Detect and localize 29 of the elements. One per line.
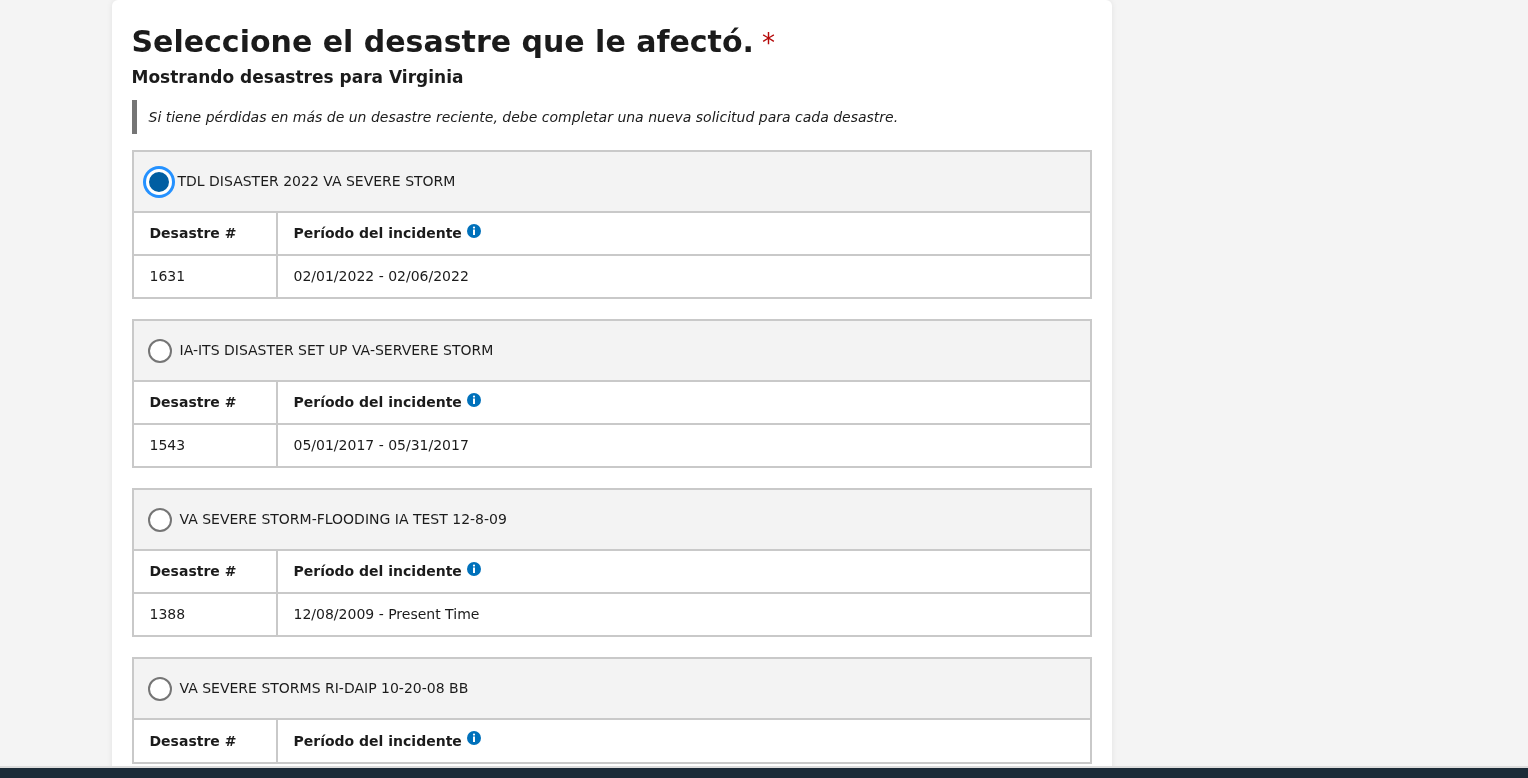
info-icon[interactable] [466, 392, 481, 407]
info-icon[interactable] [466, 223, 481, 238]
disaster-name: VA SEVERE STORMS RI-DAIP 10-20-08 BB [179, 679, 469, 698]
column-header: Desastre # [149, 731, 237, 751]
subtitle: Mostrando desastres para Virginia [131, 66, 465, 89]
column-header: Desastre # [149, 393, 237, 412]
table-cell: 1543 [149, 437, 186, 453]
column-header: Período del incidente [293, 393, 462, 412]
table-cell: 1388 [149, 606, 186, 622]
note-text: Si tiene pérdidas en más de un desastre reciente, debe completar una nueva solicitud para cada desastre. [148, 107, 899, 127]
column-header: Desastre # [149, 224, 237, 243]
column-header: Desastre # [149, 562, 237, 581]
required-mark: * [761, 27, 775, 60]
page-title: Seleccione el desastre que le afectó. [131, 23, 754, 61]
table-cell: 1631 [149, 268, 186, 284]
table-cell: 05/01/2017 - 05/31/2017 [293, 437, 469, 453]
column-header: Período del incidente [293, 731, 462, 751]
radio-button[interactable] [147, 676, 172, 701]
info-icon[interactable] [466, 731, 481, 745]
column-header: Período del incidente [293, 224, 462, 243]
radio-button[interactable] [147, 507, 172, 532]
disaster-name: TDL DISASTER 2022 VA SEVERE STORM [177, 172, 456, 191]
table-cell: 12/08/2009 - Present Time [293, 606, 480, 622]
disaster-name: IA-ITS DISASTER SET UP VA-SERVERE STORM [179, 341, 494, 360]
radio-button[interactable] [147, 338, 172, 363]
column-header: Período del incidente [293, 562, 462, 581]
info-icon[interactable] [466, 561, 481, 576]
table-cell: 02/01/2022 - 02/06/2022 [293, 268, 469, 284]
disaster-name: VA SEVERE STORM-FLOODING IA TEST 12-8-09 [179, 510, 507, 529]
